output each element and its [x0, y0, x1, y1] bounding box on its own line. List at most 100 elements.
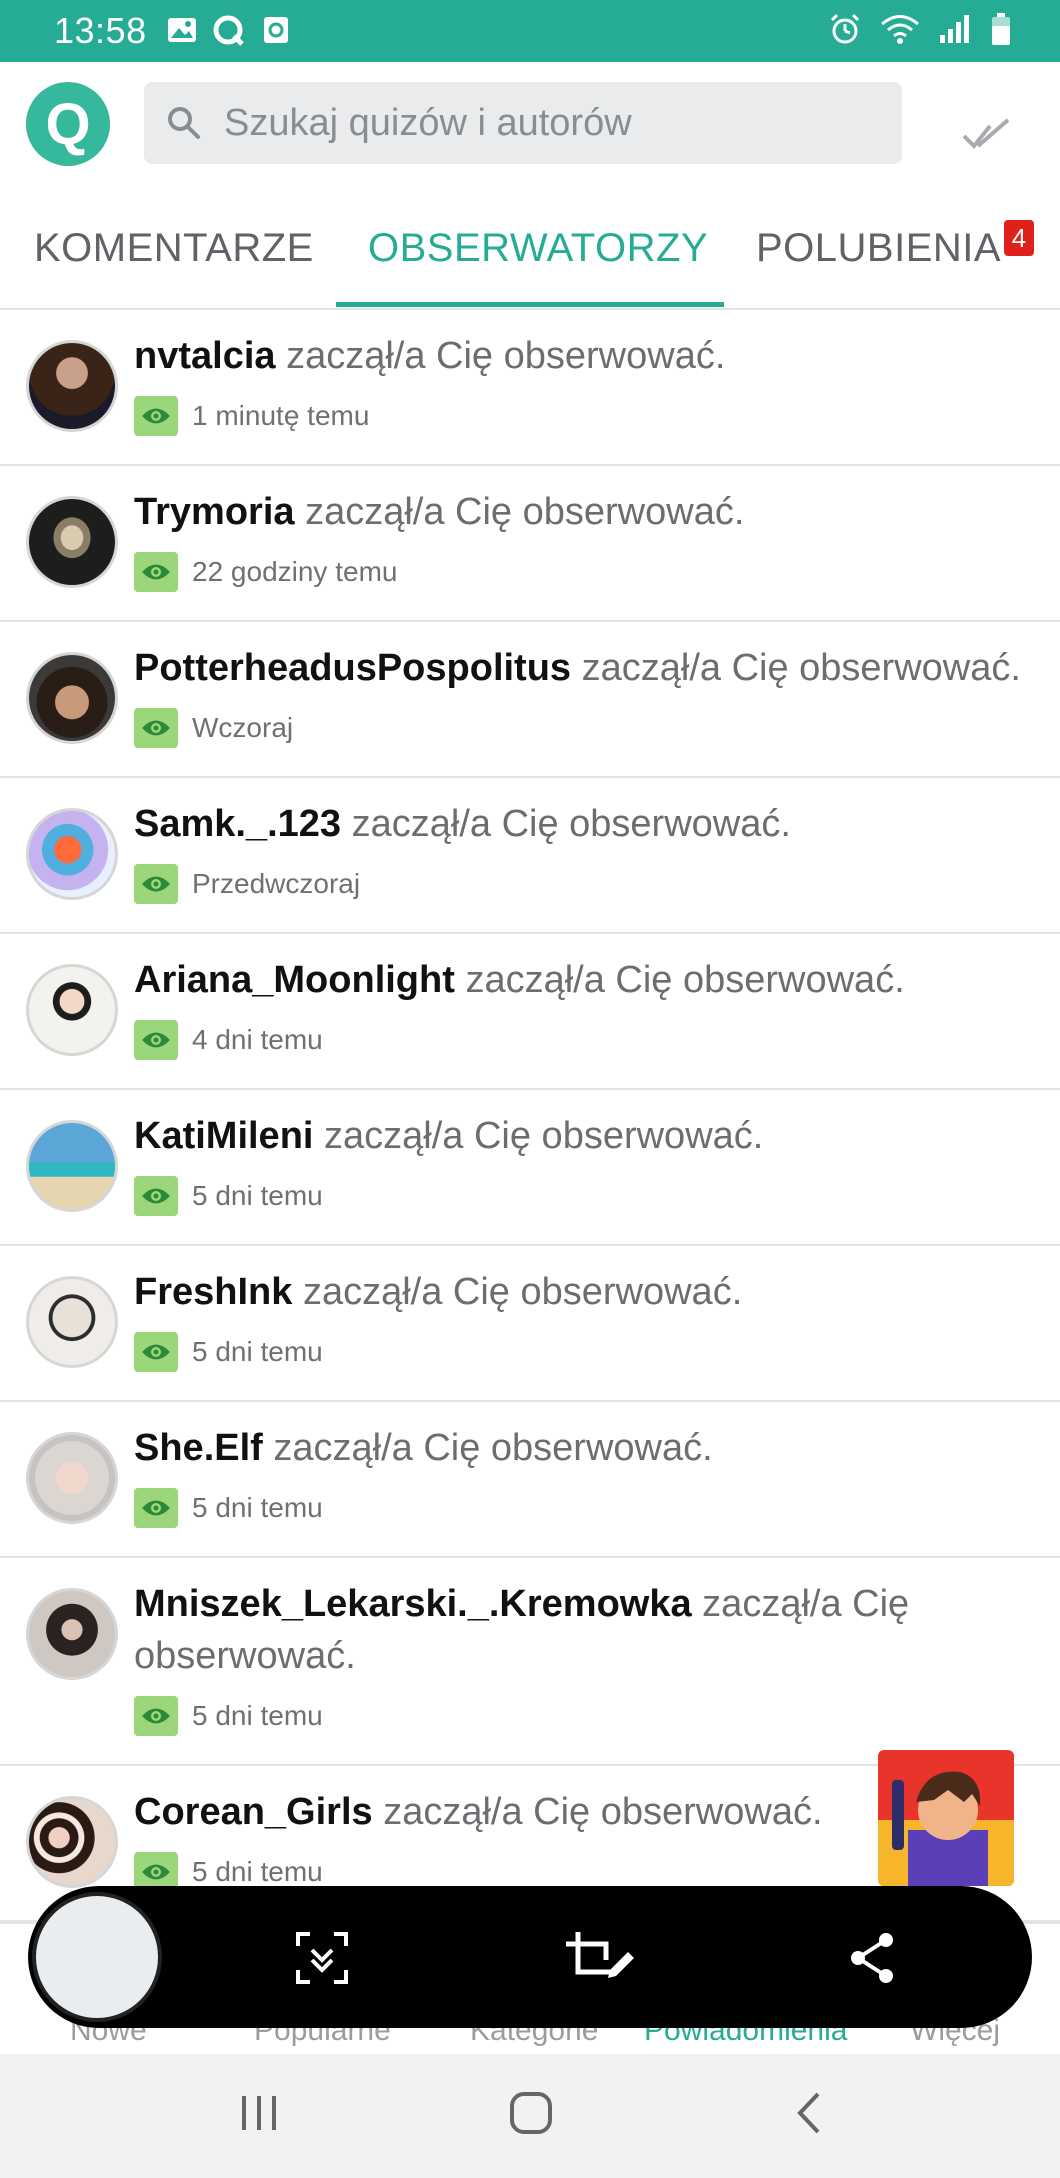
notification-text: Ariana_Moonlight zaczął/a Cię obserwować… [134, 954, 1034, 1006]
avatar[interactable] [26, 808, 118, 900]
tab-obserwatorzy[interactable]: OBSERWATORZY [368, 226, 708, 271]
username-link[interactable]: Trymoria [134, 491, 295, 533]
notification-text: FreshInk zaczął/a Cię obserwować. [134, 1266, 1034, 1318]
timestamp: Wczoraj [192, 712, 294, 743]
notification-row[interactable]: FreshInk zaczął/a Cię obserwować. 5 dni … [0, 1246, 1060, 1402]
notification-row[interactable]: Trymoria zaczął/a Cię obserwować. 22 god… [0, 466, 1060, 622]
follow-message: zaczął/a Cię obserwować. [313, 1115, 764, 1157]
timestamp: 5 dni temu [192, 1180, 323, 1211]
avatar[interactable] [26, 1432, 118, 1524]
username-link[interactable]: Mniszek_Lekarski._.Kremowka [134, 1583, 692, 1625]
username-link[interactable]: She.Elf [134, 1427, 263, 1469]
logo-letter: Q [45, 91, 91, 157]
back-icon[interactable] [788, 2090, 834, 2136]
alarm-icon [830, 13, 860, 44]
floating-game-avatar[interactable] [878, 1750, 1014, 1886]
notification-row[interactable]: nvtalcia zaczął/a Cię obserwować. 1 minu… [0, 310, 1060, 466]
notification-row[interactable]: Ariana_Moonlight zaczął/a Cię obserwować… [0, 934, 1060, 1090]
notification-meta: 1 minutę temu [134, 396, 369, 436]
status-left-icons [166, 14, 290, 46]
battery-icon [992, 13, 1010, 45]
timestamp: 5 dni temu [192, 1336, 323, 1367]
notification-row[interactable]: She.Elf zaczął/a Cię obserwować. 5 dni t… [0, 1402, 1060, 1558]
app-header: Q Szukaj quizów i autorów [0, 62, 1060, 186]
search-icon [168, 107, 200, 139]
eye-icon [134, 1020, 178, 1060]
username-link[interactable]: KatiMileni [134, 1115, 313, 1157]
avatar[interactable] [26, 1120, 118, 1212]
quizzy-icon [213, 15, 244, 46]
notification-text: She.Elf zaczął/a Cię obserwować. [134, 1422, 1034, 1474]
screen-record-icon [264, 17, 288, 43]
eye-icon [134, 1332, 178, 1372]
avatar[interactable] [26, 964, 118, 1056]
tab-polubienia[interactable]: POLUBIENIA [756, 226, 1001, 271]
scroll-capture-icon[interactable] [294, 1930, 350, 1986]
notification-row[interactable]: PotterheadusPospolitus zaczął/a Cię obse… [0, 622, 1060, 778]
status-right-icons [828, 12, 1012, 46]
timestamp: 22 godziny temu [192, 556, 398, 587]
active-tab-indicator [336, 302, 724, 307]
notification-row[interactable]: Samk._.123 zaczął/a Cię obserwować. Prze… [0, 778, 1060, 934]
eye-icon [134, 1176, 178, 1216]
tab-komentarze[interactable]: KOMENTARZE [34, 226, 314, 271]
username-link[interactable]: Corean_Girls [134, 1791, 373, 1833]
username-link[interactable]: PotterheadusPospolitus [134, 647, 571, 689]
avatar[interactable] [26, 652, 118, 744]
status-bar: 13:58 [0, 0, 1060, 62]
notification-meta: 5 dni temu [134, 1332, 323, 1372]
follow-message: zaczął/a Cię obserwować. [341, 803, 791, 845]
follow-message: zaczął/a Cię obserwować. [262, 1427, 713, 1469]
timestamp: 5 dni temu [192, 1492, 323, 1523]
timestamp: 5 dni temu [192, 1700, 323, 1731]
avatar[interactable] [26, 1276, 118, 1368]
eye-icon [134, 864, 178, 904]
gallery-icon [168, 18, 196, 42]
avatar[interactable] [26, 1796, 118, 1888]
username-link[interactable]: Ariana_Moonlight [134, 959, 455, 1001]
signal-icon [940, 15, 969, 43]
eye-icon [134, 1696, 178, 1736]
search-bar[interactable]: Szukaj quizów i autorów [144, 82, 902, 164]
notification-tabs: KOMENTARZE OBSERWATORZY POLUBIENIA 4 [0, 186, 1060, 310]
eye-icon [134, 1488, 178, 1528]
notification-meta: 22 godziny temu [134, 552, 397, 592]
avatar[interactable] [26, 496, 118, 588]
timestamp: 1 minutę temu [192, 400, 370, 431]
follow-message: zaczął/a Cię obserwować. [372, 1791, 823, 1833]
notification-text: KatiMileni zaczął/a Cię obserwować. [134, 1110, 1034, 1162]
notification-meta: 4 dni temu [134, 1020, 323, 1060]
notification-text: Samk._.123 zaczął/a Cię obserwować. [134, 798, 1034, 850]
screenshot-preview-thumbnail[interactable] [32, 1892, 162, 2022]
followers-notification-list: nvtalcia zaczął/a Cię obserwować. 1 minu… [0, 310, 1060, 1922]
timestamp: 4 dni temu [192, 1024, 323, 1055]
mark-all-read-check-icon[interactable] [960, 108, 1012, 160]
crop-edit-icon[interactable] [564, 1930, 636, 1986]
avatar[interactable] [26, 1588, 118, 1680]
avatar[interactable] [26, 340, 118, 432]
share-icon[interactable] [844, 1930, 900, 1986]
notification-text: PotterheadusPospolitus zaczął/a Cię obse… [134, 642, 1034, 694]
screenshot-toolbar [28, 1886, 1032, 2028]
notification-meta: 5 dni temu [134, 1696, 323, 1736]
status-time: 13:58 [54, 10, 147, 51]
home-icon[interactable] [508, 2090, 554, 2136]
username-link[interactable]: nvtalcia [134, 335, 276, 377]
notification-text: nvtalcia zaczął/a Cię obserwować. [134, 330, 1034, 382]
timestamp: Przedwczoraj [192, 868, 361, 899]
notification-text: Mniszek_Lekarski._.Kremowka zaczął/a Cię… [134, 1578, 1034, 1682]
username-link[interactable]: FreshInk [134, 1271, 292, 1313]
system-navigation-bar [0, 2054, 1060, 2178]
notification-row[interactable]: KatiMileni zaczął/a Cię obserwować. 5 dn… [0, 1090, 1060, 1246]
follow-message: zaczął/a Cię obserwować. [294, 491, 745, 533]
recent-apps-icon[interactable] [236, 2090, 282, 2136]
search-placeholder: Szukaj quizów i autorów [224, 101, 632, 144]
username-link[interactable]: Samk._.123 [134, 803, 341, 845]
app-logo[interactable]: Q [26, 82, 110, 166]
polubienia-count-badge: 4 [1004, 220, 1034, 256]
wifi-icon [881, 15, 919, 44]
notification-row[interactable]: Mniszek_Lekarski._.Kremowka zaczął/a Cię… [0, 1558, 1060, 1766]
follow-message: zaczął/a Cię obserwować. [275, 335, 726, 377]
eye-icon [134, 552, 178, 592]
eye-icon [134, 396, 178, 436]
